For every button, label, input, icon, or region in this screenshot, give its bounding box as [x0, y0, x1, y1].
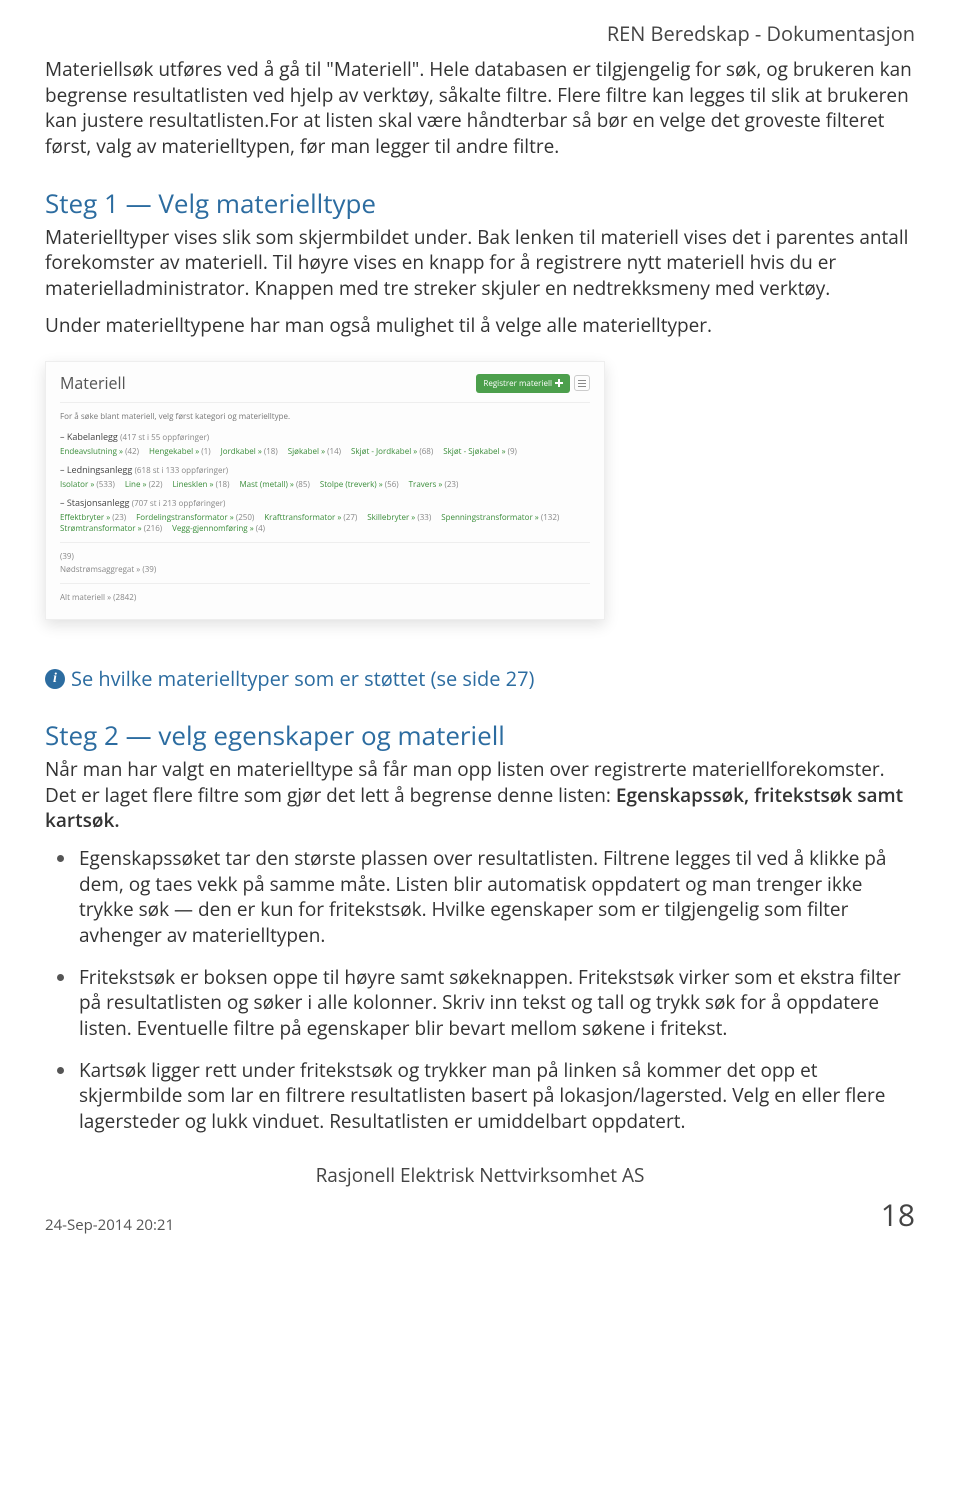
document-page: REN Beredskap - Dokumentasjon Materiells… [0, 0, 960, 1492]
info-link[interactable]: Se hvilke materielltyper som er støttet … [71, 665, 534, 692]
mock-instruction: For å søke blant materiell, velg først k… [60, 411, 590, 422]
footer-company: Rasjonell Elektrisk Nettvirksomhet AS [45, 1162, 915, 1188]
step2-text: Når man har valgt en materielltype så få… [45, 757, 915, 834]
step1-text1: Materielltyper vises slik som skjermbild… [45, 225, 915, 302]
doc-header: REN Beredskap - Dokumentasjon [45, 20, 915, 47]
mock-subtype-link[interactable]: Endeavslutning » (42) [60, 446, 139, 457]
intro-paragraph: Materiellsøk utføres ved å gå til "Mater… [45, 57, 915, 160]
mock-subtype-link[interactable]: Stolpe (treverk) » (56) [320, 479, 399, 490]
mock-cat-kabelanlegg: – Kabelanlegg (417 st i 55 oppføringer) … [60, 430, 590, 457]
mock-subtype-link[interactable]: Fordelingstransformator » (250) [136, 512, 254, 523]
mock-title: Materiell [60, 372, 126, 394]
mock-subtype-link[interactable]: Mast (metall) » (85) [239, 479, 309, 490]
plus-icon [555, 379, 563, 387]
footer-date: 24-Sep-2014 20:21 [45, 1215, 174, 1235]
mock-subtype-link[interactable]: Jordkabel » (18) [221, 446, 278, 457]
mock-subtype-link[interactable]: Strømtransformator » (216) [60, 523, 162, 534]
mock-subtype-link[interactable]: Linesklen » (18) [172, 479, 229, 490]
mock-agg[interactable]: Nødstrømsaggregat » (39) [60, 564, 156, 575]
mock-aggregate-link[interactable]: (39) [60, 551, 590, 562]
register-btn-label: Registrer materiell [483, 378, 552, 389]
step2-bullet-list: Egenskapssøket tar den største plassen o… [45, 846, 915, 1134]
mock-subtype-link[interactable]: Effektbryter » (23) [60, 512, 126, 523]
footer-page-number: 18 [881, 1194, 915, 1235]
bullet-kartsok: Kartsøk ligger rett under fritekstsøk og… [79, 1058, 915, 1135]
info-note: i Se hvilke materielltyper som er støtte… [45, 665, 915, 692]
mock-subtype-link[interactable]: Skjøt - Jordkabel » (68) [351, 446, 433, 457]
mock-subtype-link[interactable]: Vegg-gjennomføring » (4) [172, 523, 265, 534]
mock-all-materiell[interactable]: Alt materiell » (2842) [60, 592, 136, 603]
step1-heading: Steg 1 — Velg materielltype [45, 185, 915, 221]
mock-cat-stasjonsanlegg: – Stasjonsanlegg (707 st i 213 oppføring… [60, 496, 590, 534]
hamburger-menu-button[interactable] [574, 375, 590, 391]
step2-heading: Steg 2 — velg egenskaper og materiell [45, 717, 915, 753]
bullet-egenskapssok: Egenskapssøket tar den største plassen o… [79, 846, 915, 949]
step1-text2: Under materielltypene har man også mulig… [45, 313, 915, 339]
mock-subtype-link[interactable]: Sjøkabel » (14) [288, 446, 341, 457]
mock-subtype-link[interactable]: Krafttransformator » (27) [264, 512, 357, 523]
mock-cat-ledningsanlegg: – Ledningsanlegg (618 st i 133 oppføring… [60, 463, 590, 490]
materiell-screenshot: Materiell Registrer materiell For å søke… [45, 361, 605, 620]
mock-subtype-link[interactable]: Line » (22) [125, 479, 163, 490]
register-materiell-button[interactable]: Registrer materiell [476, 374, 570, 393]
info-icon: i [45, 669, 65, 689]
mock-subtype-link[interactable]: Hengekabel » (1) [149, 446, 211, 457]
mock-subtype-link[interactable]: Isolator » (533) [60, 479, 115, 490]
mock-subtype-link[interactable]: Travers » (23) [409, 479, 459, 490]
bullet-fritekstsok: Fritekstsøk er boksen oppe til høyre sam… [79, 965, 915, 1042]
mock-subtype-link[interactable]: Skjøt - Sjøkabel » (9) [443, 446, 517, 457]
mock-subtype-link[interactable]: Spenningstransformator » (132) [441, 512, 559, 523]
mock-subtype-link[interactable]: Skillebryter » (33) [367, 512, 431, 523]
